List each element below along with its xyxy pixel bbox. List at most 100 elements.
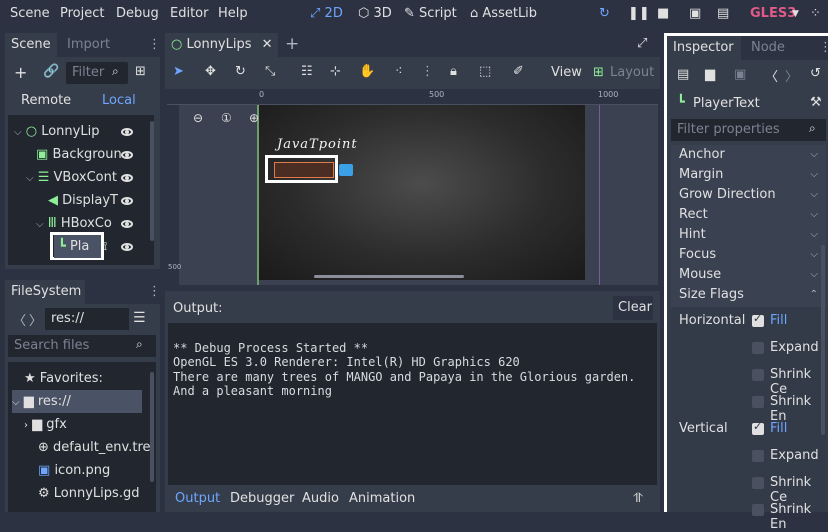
tab-animation[interactable]: Animation <box>349 491 415 506</box>
section-anchor[interactable]: Anchor ⌵ <box>679 145 818 165</box>
renderer-select[interactable]: GLES3 <box>750 6 796 21</box>
scrollbar[interactable] <box>821 245 825 435</box>
stop-icon[interactable]: ■ <box>657 6 669 21</box>
tab-output[interactable]: Output <box>175 491 220 506</box>
tree-row[interactable]: ▣ Backgroun <box>36 143 122 166</box>
menu-dots-icon[interactable]: ⋮ <box>819 40 828 55</box>
instance-scene-icon[interactable]: ⊞ <box>135 64 146 79</box>
pause-icon[interactable]: ❚❚ <box>628 6 650 21</box>
menu-dots-icon[interactable]: ⋮ <box>148 37 161 52</box>
search-files-input[interactable]: Search files ⌕ <box>8 335 156 357</box>
tab-import[interactable]: Import <box>61 33 116 57</box>
path-field[interactable]: res:// <box>45 308 129 330</box>
visibility-eye-icon[interactable] <box>121 220 133 228</box>
list-item-selected[interactable]: ⌵ ▆ res:// <box>12 390 142 413</box>
h-expand-checkbox[interactable] <box>752 342 764 354</box>
section-grow-direction[interactable]: Grow Direction ⌵ <box>679 185 818 205</box>
menu-dots-icon[interactable]: ⋮ <box>148 284 161 299</box>
viewport[interactable]: 0 500 1000 500 ⊖ ① ⊕ JavaTpoint <box>167 89 658 285</box>
list-item[interactable]: ⊕ default_env.tre <box>38 436 151 459</box>
group-icon[interactable]: ⬚ <box>479 64 491 79</box>
visibility-eye-icon[interactable] <box>121 151 133 159</box>
menu-help[interactable]: Help <box>218 6 248 21</box>
section-size-flags[interactable]: Size Flags ⌃ <box>679 285 818 305</box>
list-item[interactable]: ★ Favorites: <box>24 367 103 390</box>
mode-2d[interactable]: ⤢ 2D <box>310 6 343 21</box>
pin-panel-icon[interactable]: ⥣ <box>633 491 642 506</box>
open-folder-icon[interactable]: ▆ <box>705 67 715 82</box>
play-scene-icon[interactable]: ▣ <box>689 6 701 21</box>
section-rect[interactable]: Rect ⌵ <box>679 205 818 225</box>
history-back-icon[interactable]: 〈 <box>765 66 778 85</box>
mode-3d[interactable]: ⬡ 3D <box>358 6 392 21</box>
tree-row[interactable]: ◀ DisplayT <box>48 189 118 212</box>
v-shrink-end-checkbox[interactable] <box>752 504 764 516</box>
history-forward-icon[interactable]: 〉 <box>785 66 798 85</box>
link-icon[interactable]: 🔗 <box>43 64 59 79</box>
tab-filesystem[interactable]: FileSystem <box>5 280 85 304</box>
move-tool-icon[interactable]: ✥ <box>205 64 216 79</box>
scale-tool-icon[interactable]: ⤡ <box>265 64 275 79</box>
scrollbar[interactable] <box>150 372 154 482</box>
visibility-eye-icon[interactable] <box>121 197 133 205</box>
section-mouse[interactable]: Mouse ⌵ <box>679 265 818 285</box>
section-focus[interactable]: Focus ⌵ <box>679 245 818 265</box>
menu-debug[interactable]: Debug <box>116 6 159 21</box>
visibility-eye-icon[interactable] <box>121 174 133 182</box>
section-margin[interactable]: Margin ⌵ <box>679 165 818 185</box>
list-select-icon[interactable]: ☷ <box>301 64 313 79</box>
snap-icon[interactable]: ⁖ <box>395 64 403 79</box>
close-icon[interactable]: ✕ <box>262 37 273 52</box>
player-text-node[interactable] <box>274 162 334 178</box>
mode-script[interactable]: ✎ Script <box>404 6 457 21</box>
menu-scene[interactable]: Scene <box>10 6 50 21</box>
menu-project[interactable]: Project <box>60 6 104 21</box>
v-shrink-center-checkbox[interactable] <box>752 477 764 489</box>
h-shrink-center-checkbox[interactable] <box>752 369 764 381</box>
scene-filter-input[interactable]: Filter ⌕ <box>66 62 128 84</box>
menu-editor[interactable]: Editor <box>170 6 208 21</box>
view-menu[interactable]: View <box>551 65 582 80</box>
list-item[interactable]: › ▆ gfx <box>24 413 67 436</box>
bone-icon[interactable]: ✐ <box>513 64 524 79</box>
zoom-reset-icon[interactable]: ① <box>221 111 232 125</box>
list-item[interactable]: ⚙ LonnyLips.gd <box>38 482 139 505</box>
tab-audio[interactable]: Audio <box>302 491 339 506</box>
menu-dots-icon[interactable]: ⋮ <box>421 64 434 79</box>
new-tab-icon[interactable]: + <box>285 34 299 54</box>
split-view-icon[interactable]: ☰ <box>133 310 146 326</box>
pan-tool-icon[interactable]: ✋ <box>359 64 375 79</box>
v-expand-checkbox[interactable] <box>752 450 764 462</box>
tree-row[interactable]: ⌵ ☰ VBoxCont <box>26 166 117 189</box>
h-shrink-end-checkbox[interactable] <box>752 396 764 408</box>
select-tool-icon[interactable]: ➤ <box>173 64 184 79</box>
v-fill-checkbox[interactable] <box>752 420 764 435</box>
visibility-eye-icon[interactable] <box>121 243 133 251</box>
forward-icon[interactable]: 〉 <box>29 310 42 329</box>
clear-button[interactable]: Clear <box>613 296 653 320</box>
lock-icon[interactable]: 🔒︎ <box>450 64 457 79</box>
layout-menu[interactable]: Layout <box>610 65 654 80</box>
play-custom-icon[interactable]: ▤ <box>717 6 729 21</box>
tree-row[interactable]: ⌵ ○ LonnyLip <box>14 120 99 143</box>
tree-row-selected[interactable]: ┗ Pla <box>54 235 101 258</box>
local-button[interactable]: Local <box>102 93 136 108</box>
play-icon[interactable]: ↻ <box>599 6 610 21</box>
rotate-tool-icon[interactable]: ↻ <box>235 64 246 79</box>
new-resource-icon[interactable]: ▤ <box>677 67 689 82</box>
tab-lonnylips[interactable]: ○ LonnyLips ✕ <box>165 33 278 57</box>
zoom-in-icon[interactable]: ⊕ <box>249 111 259 125</box>
list-item[interactable]: ▣ icon.png <box>38 459 110 482</box>
remote-button[interactable]: Remote <box>21 93 71 108</box>
fullscreen-icon[interactable]: ⤢ <box>637 36 647 51</box>
pivot-icon[interactable]: ⊹ <box>330 64 341 79</box>
zoom-out-icon[interactable]: ⊖ <box>193 111 203 125</box>
scrollbar[interactable] <box>314 275 464 278</box>
tab-scene[interactable]: Scene <box>5 33 57 57</box>
h-fill-checkbox[interactable] <box>752 312 764 327</box>
save-icon[interactable]: ▣ <box>734 67 746 82</box>
mode-assetlib[interactable]: ⌂ AssetLib <box>470 6 537 21</box>
history-icon[interactable]: ↺ <box>810 66 821 81</box>
tab-node[interactable]: Node <box>745 36 791 60</box>
visibility-eye-icon[interactable] <box>121 128 133 136</box>
